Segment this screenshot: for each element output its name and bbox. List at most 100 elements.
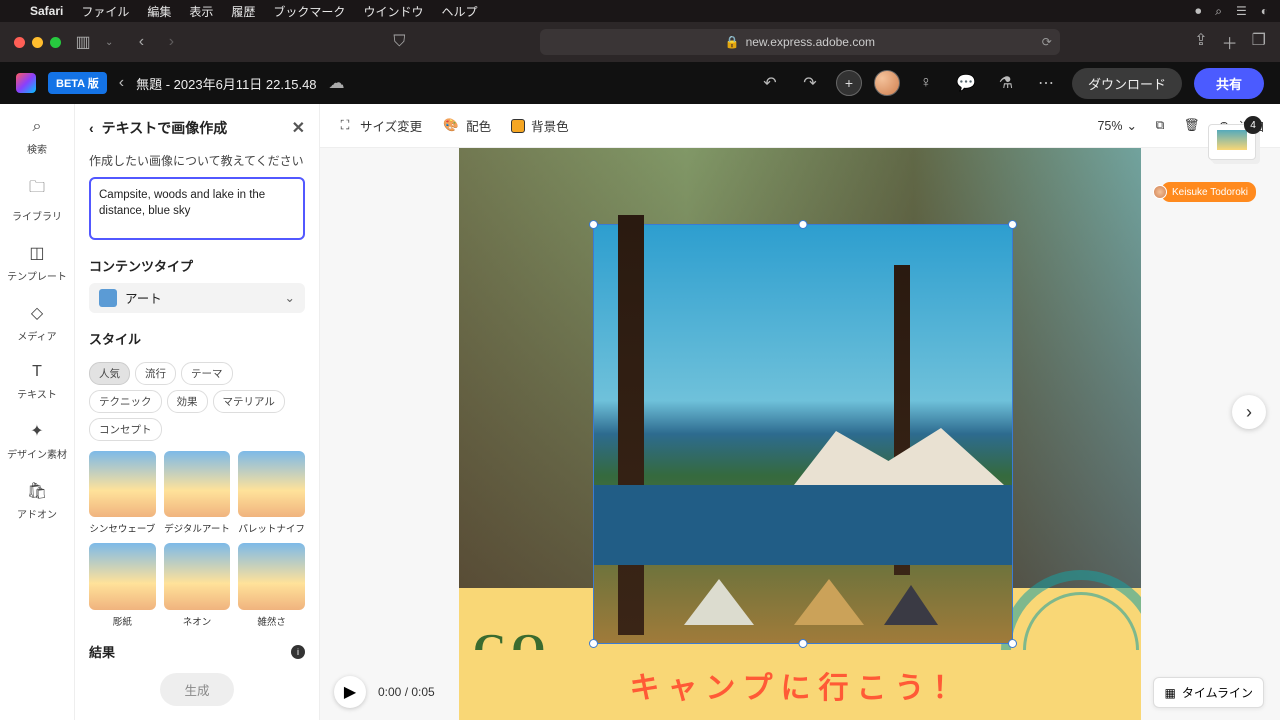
duplicate-icon[interactable]: ⧉ (1151, 117, 1169, 135)
invite-user-icon[interactable]: + (836, 70, 862, 96)
share-button[interactable]: 共有 (1194, 68, 1264, 99)
nav-media[interactable]: ◇メディア (17, 303, 56, 343)
bgcolor-button[interactable]: 背景色 (511, 116, 569, 135)
panel-back-icon[interactable]: ‹ (89, 120, 94, 136)
style-thumb-icon (89, 543, 156, 610)
lake-graphic (594, 485, 1012, 565)
download-button[interactable]: ダウンロード (1072, 68, 1182, 99)
menu-bookmarks[interactable]: ブックマーク (273, 3, 345, 20)
chevron-down-icon: ⌄ (1127, 118, 1137, 133)
refresh-icon[interactable]: ⟳ (1042, 35, 1052, 49)
siri-icon[interactable]: ◐ (1261, 4, 1268, 18)
artboard[interactable]: GO OU キャンプに行こう！ (459, 148, 1141, 720)
back-icon[interactable]: ‹ (129, 30, 153, 54)
nav-templates[interactable]: ◫テンプレート (7, 243, 67, 283)
page-thumb-icon (1217, 130, 1247, 150)
menu-edit[interactable]: 編集 (147, 3, 171, 20)
resize-button[interactable]: ⛶サイズ変更 (336, 116, 422, 135)
minimize-window-icon[interactable] (32, 37, 43, 48)
zoom-control[interactable]: 75%⌄ (1097, 118, 1137, 133)
style-chaotic[interactable]: 雑然さ (238, 543, 305, 628)
menu-view[interactable]: 表示 (189, 3, 213, 20)
play-icon: ▶ (344, 682, 356, 702)
tag-popular[interactable]: 人気 (89, 362, 130, 385)
resize-handle[interactable] (799, 639, 808, 648)
style-digital-art[interactable]: デジタルアート (164, 451, 231, 536)
undo-icon[interactable]: ↶ (756, 69, 784, 97)
delete-icon[interactable]: 🗑 (1183, 117, 1201, 135)
collaborator-avatar-icon (1153, 185, 1167, 199)
address-bar[interactable]: 🔒 new.express.adobe.com ⟳ (540, 29, 1060, 55)
nav-elements[interactable]: ✦デザイン素材 (7, 421, 67, 461)
style-synthwave[interactable]: シンセウェーブ (89, 451, 156, 536)
content-type-label: コンテンツタイプ (89, 256, 305, 275)
menu-history[interactable]: 履歴 (231, 3, 255, 20)
resize-handle[interactable] (1008, 220, 1017, 229)
menubar-app[interactable]: Safari (30, 4, 63, 18)
screenshare-icon[interactable]: ⏺ (1195, 4, 1201, 19)
nav-library[interactable]: 🗀ライブラリ (12, 176, 62, 223)
beaker-icon[interactable]: ⚗ (992, 69, 1020, 97)
style-palette-knife[interactable]: パレットナイフ (238, 451, 305, 536)
tag-trending[interactable]: 流行 (135, 362, 176, 385)
adobe-express-logo-icon[interactable] (16, 73, 36, 93)
generate-button[interactable]: 生成 (160, 673, 233, 706)
page-count-badge: 4 (1244, 116, 1262, 134)
privacy-shield-icon[interactable]: ⛉ (393, 33, 405, 51)
nav-addons[interactable]: 🛍アドオン (17, 481, 57, 521)
close-icon[interactable]: ✕ (292, 118, 305, 138)
content-type-select[interactable]: アート ⌄ (89, 283, 305, 313)
menu-help[interactable]: ヘルプ (441, 3, 477, 20)
safari-sidebar-icon[interactable]: ▥ (71, 30, 95, 54)
close-window-icon[interactable] (14, 37, 25, 48)
panel-title: テキストで画像作成 (102, 118, 228, 138)
redo-icon[interactable]: ↷ (796, 69, 824, 97)
new-tab-icon[interactable]: ＋ (1222, 30, 1238, 54)
fullscreen-window-icon[interactable] (50, 37, 61, 48)
menu-window[interactable]: ウインドウ (363, 3, 423, 20)
play-button[interactable]: ▶ (334, 676, 366, 708)
tag-theme[interactable]: テーマ (181, 362, 233, 385)
tag-concept[interactable]: コンセプト (89, 418, 162, 441)
menu-file[interactable]: ファイル (81, 3, 129, 20)
cloud-sync-icon: ☁ (329, 73, 345, 93)
style-papercut[interactable]: 彫紙 (89, 543, 156, 628)
tree-graphic (618, 215, 644, 635)
nav-search[interactable]: ⌕検索 (27, 118, 47, 156)
art-type-icon (99, 289, 117, 307)
control-center-icon[interactable]: ☰ (1236, 4, 1247, 18)
document-title[interactable]: 無題 - 2023年6月11日 22.15.48 (136, 74, 316, 93)
info-icon[interactable]: i (291, 645, 305, 659)
window-controls[interactable] (14, 37, 61, 48)
selected-generated-image[interactable] (593, 224, 1013, 644)
timeline-button[interactable]: ▦タイムライン (1153, 677, 1264, 708)
comment-icon[interactable]: 💬 (952, 69, 980, 97)
more-icon[interactable]: ⋯ (1032, 69, 1060, 97)
header-back-icon[interactable]: ‹ (119, 74, 124, 92)
resize-handle[interactable] (589, 639, 598, 648)
share-icon[interactable]: ⇪ (1194, 30, 1207, 54)
recolor-button[interactable]: 🎨配色 (442, 116, 491, 135)
headline-text[interactable]: キャンプに行こう！ (629, 663, 970, 707)
canvas-viewport[interactable]: GO OU キャンプに行こう！ (320, 148, 1280, 720)
nav-text[interactable]: Tテキスト (17, 363, 57, 401)
prompt-input[interactable] (89, 177, 305, 240)
next-page-button[interactable]: › (1232, 395, 1266, 429)
bottom-band: キャンプに行こう！ (459, 650, 1141, 720)
tag-effect[interactable]: 効果 (167, 390, 208, 413)
resize-handle[interactable] (799, 220, 808, 229)
addon-icon: 🛍 (27, 481, 47, 501)
user-avatar[interactable] (874, 70, 900, 96)
collaborator-cursor: Keisuke Todoroki (1161, 182, 1256, 202)
resize-handle[interactable] (589, 220, 598, 229)
tag-material[interactable]: マテリアル (213, 390, 285, 413)
lightbulb-icon[interactable]: ♀ (912, 69, 940, 97)
spotlight-icon[interactable]: ⌕ (1215, 4, 1222, 19)
resize-handle[interactable] (1008, 639, 1017, 648)
style-neon[interactable]: ネオン (164, 543, 231, 628)
forward-icon[interactable]: › (159, 30, 183, 54)
canvas-toolbar: ⛶サイズ変更 🎨配色 背景色 75%⌄ ⧉ 🗑 ⊕追加 (320, 104, 1280, 148)
tabs-icon[interactable]: ❐ (1252, 30, 1266, 54)
chevron-down-icon[interactable]: ⌄ (105, 37, 113, 48)
tag-technique[interactable]: テクニック (89, 390, 162, 413)
